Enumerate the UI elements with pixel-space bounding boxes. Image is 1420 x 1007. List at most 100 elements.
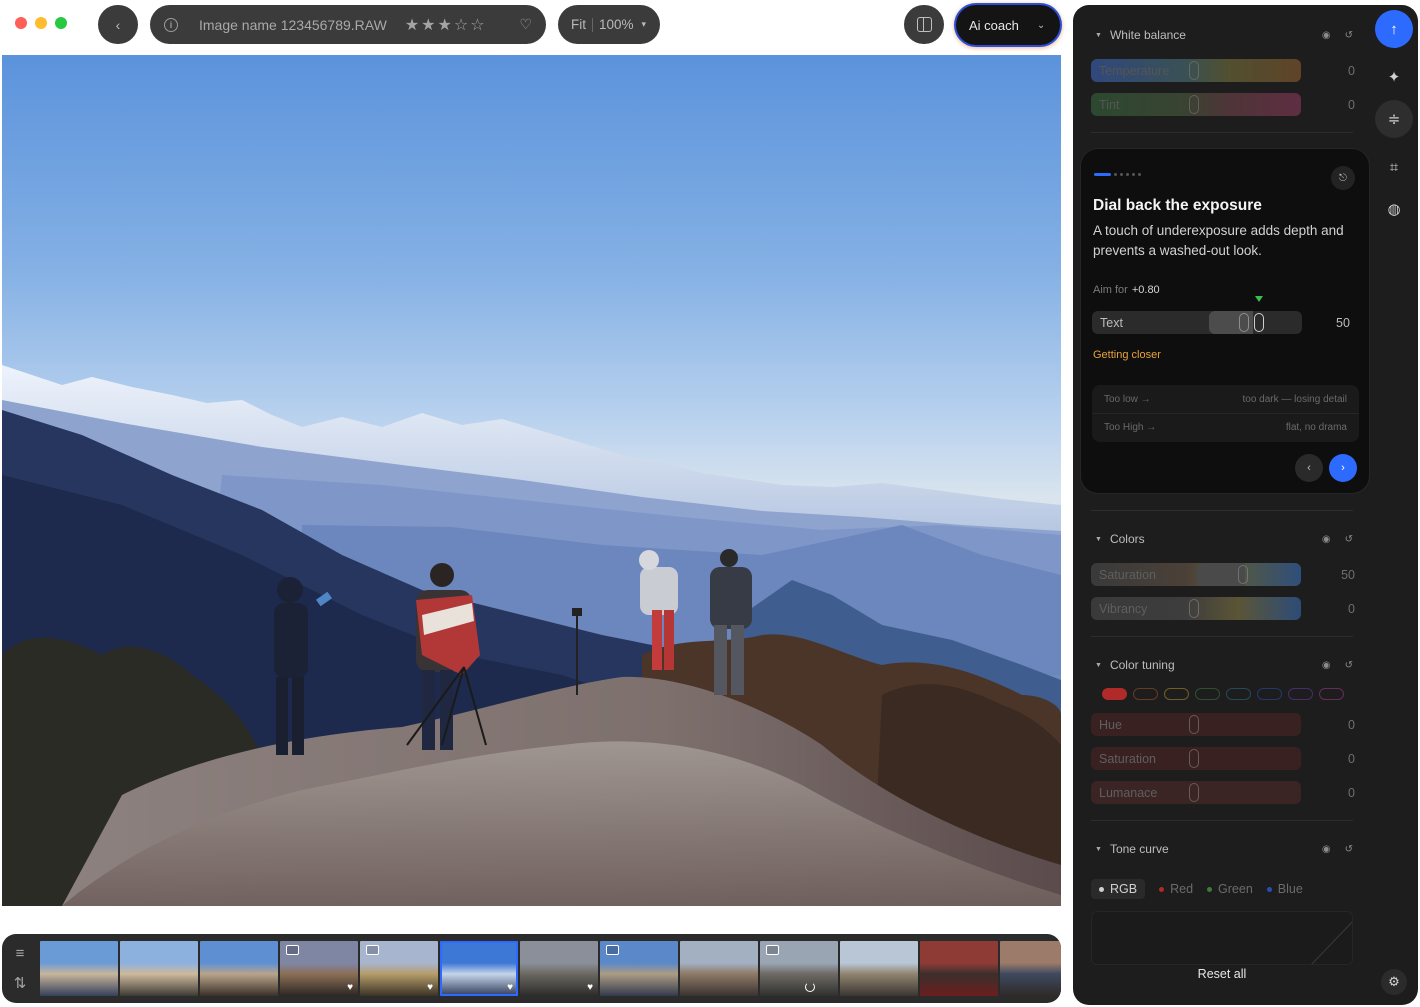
photo-canvas[interactable] — [2, 55, 1061, 906]
image-name: Image name 123456789.RAW — [199, 16, 387, 33]
thumbnail[interactable] — [600, 941, 678, 996]
thumbnail[interactable]: ♥ — [520, 941, 598, 996]
color-chip[interactable] — [1195, 688, 1220, 700]
slider-handle[interactable] — [1189, 783, 1199, 802]
slider-handle[interactable] — [1189, 715, 1199, 734]
reset-all-button[interactable]: Reset all — [1073, 967, 1371, 981]
reset-icon[interactable]: ↺ — [1345, 30, 1353, 41]
crop-button[interactable]: ⌗ — [1375, 148, 1413, 186]
thumbnail[interactable] — [840, 941, 918, 996]
loading-spinner-icon — [805, 982, 815, 992]
star-icon[interactable]: ★ — [438, 15, 452, 35]
eye-icon[interactable]: ◉ — [1322, 660, 1331, 671]
slider-handle[interactable] — [1189, 599, 1199, 618]
slider-label: Temperature — [1099, 64, 1170, 78]
reset-icon[interactable]: ↺ — [1345, 534, 1353, 545]
eye-icon[interactable]: ◉ — [1322, 844, 1331, 855]
vibrancy-slider[interactable]: Vibrancy — [1091, 597, 1301, 620]
zoom-window-button[interactable] — [55, 17, 67, 29]
channel-dot-icon — [1099, 886, 1104, 892]
star-icon[interactable]: ★ — [405, 15, 419, 35]
reset-icon[interactable]: ↺ — [1345, 844, 1353, 855]
reset-icon[interactable]: ↺ — [1345, 660, 1353, 671]
exit-coach-icon[interactable]: ⎋ — [1331, 166, 1355, 190]
adjust-button[interactable]: ≑ — [1375, 100, 1413, 138]
hue-slider[interactable]: Hue — [1091, 713, 1301, 736]
tab-label: Green — [1218, 882, 1253, 896]
section-colors[interactable]: ▼ Colors ◉ ↺ — [1095, 532, 1353, 546]
tint-slider[interactable]: Tint — [1091, 93, 1301, 116]
color-chip[interactable] — [1257, 688, 1282, 700]
thumbnail[interactable] — [200, 941, 278, 996]
auto-fix-button[interactable]: ✦ — [1375, 58, 1413, 96]
export-button[interactable]: ↑ — [1375, 10, 1413, 48]
ai-coach-button[interactable]: Ai coach ⌄ — [956, 5, 1060, 45]
star-outline-icon[interactable]: ☆ — [470, 15, 484, 35]
thumbnail[interactable] — [680, 941, 758, 996]
luminance-slider[interactable]: Lumanace — [1091, 781, 1301, 804]
favorite-heart-icon[interactable]: ♥ — [507, 983, 513, 993]
thumbnail[interactable] — [40, 941, 118, 996]
tab-green[interactable]: Green — [1207, 879, 1253, 899]
color-chip[interactable] — [1319, 688, 1344, 700]
thumbnail[interactable] — [920, 941, 998, 996]
compare-button[interactable] — [904, 5, 944, 44]
thumbnail[interactable] — [120, 941, 198, 996]
divider — [1091, 820, 1353, 821]
star-rating[interactable]: ★ ★ ★ ☆ ☆ — [405, 15, 485, 35]
minimize-window-button[interactable] — [35, 17, 47, 29]
zoom-select[interactable]: Fit 100% ▾ — [558, 5, 660, 44]
slider-handle[interactable] — [1189, 95, 1199, 114]
fit-label[interactable]: Fit — [571, 17, 586, 32]
filter-icon[interactable]: ≡ — [16, 945, 25, 962]
thumbnail[interactable]: ♥ — [440, 941, 518, 996]
color-chip[interactable] — [1102, 688, 1127, 700]
collapse-triangle-icon[interactable]: ▼ — [1095, 662, 1102, 669]
slider-handle[interactable] — [1189, 749, 1199, 768]
tab-rgb[interactable]: RGB — [1091, 879, 1146, 899]
info-icon[interactable]: i — [164, 17, 178, 32]
tab-red[interactable]: Red — [1159, 879, 1193, 899]
coach-exposure-slider[interactable]: Text — [1092, 311, 1302, 334]
close-window-button[interactable] — [15, 17, 27, 29]
slider-label: Vibrancy — [1099, 602, 1148, 616]
collapse-triangle-icon[interactable]: ▼ — [1095, 536, 1102, 543]
tuning-saturation-slider[interactable]: Saturation — [1091, 747, 1301, 770]
temperature-slider[interactable]: Temperature — [1091, 59, 1301, 82]
saturation-slider[interactable]: Saturation — [1091, 563, 1301, 586]
adjustments-scroll[interactable]: ▼ White balance ◉ ↺ Temperature 0 Tint 0… — [1073, 5, 1371, 1005]
slider-label: Text — [1100, 316, 1123, 330]
collapse-triangle-icon[interactable]: ▼ — [1095, 846, 1102, 853]
back-button[interactable]: ‹ — [98, 5, 138, 44]
mask-button[interactable]: ◍ — [1375, 190, 1413, 228]
favorite-heart-icon[interactable]: ♥ — [427, 983, 433, 993]
next-step-button[interactable]: › — [1329, 454, 1357, 482]
star-outline-icon[interactable]: ☆ — [454, 15, 468, 35]
color-chip[interactable] — [1288, 688, 1313, 700]
color-chip[interactable] — [1164, 688, 1189, 700]
section-white-balance[interactable]: ▼ White balance ◉ ↺ — [1095, 28, 1353, 42]
heart-icon[interactable]: ♡ — [519, 16, 532, 33]
eye-icon[interactable]: ◉ — [1322, 534, 1331, 545]
favorite-heart-icon[interactable]: ♥ — [347, 983, 353, 993]
slider-handle[interactable] — [1254, 313, 1264, 332]
color-chip[interactable] — [1226, 688, 1251, 700]
slider-handle[interactable] — [1238, 565, 1248, 584]
favorite-heart-icon[interactable]: ♥ — [587, 983, 593, 993]
thumbnail[interactable] — [1000, 941, 1061, 996]
thumbnail[interactable] — [760, 941, 838, 996]
collapse-triangle-icon[interactable]: ▼ — [1095, 32, 1102, 39]
slider-handle[interactable] — [1189, 61, 1199, 80]
section-tone-curve[interactable]: ▼ Tone curve ◉ ↺ — [1095, 842, 1353, 856]
section-color-tuning[interactable]: ▼ Color tuning ◉ ↺ — [1095, 658, 1353, 672]
sort-icon[interactable]: ⇅ — [14, 974, 27, 992]
eye-icon[interactable]: ◉ — [1322, 30, 1331, 41]
thumbnail[interactable]: ♥ — [280, 941, 358, 996]
color-chip[interactable] — [1133, 688, 1158, 700]
tone-curve-graph[interactable] — [1091, 911, 1353, 965]
previous-step-button[interactable]: ‹ — [1295, 454, 1323, 482]
star-icon[interactable]: ★ — [421, 15, 435, 35]
settings-button[interactable]: ⚙ — [1381, 969, 1407, 995]
thumbnail[interactable]: ♥ — [360, 941, 438, 996]
tab-blue[interactable]: Blue — [1266, 879, 1303, 899]
